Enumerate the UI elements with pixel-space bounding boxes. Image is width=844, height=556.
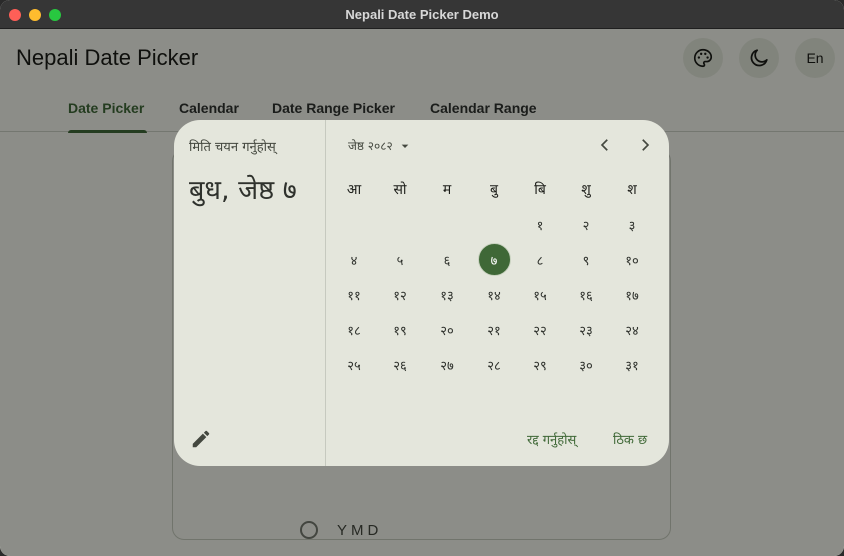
day-number: १८: [347, 323, 361, 339]
ok-button[interactable]: ठिक छ: [613, 430, 647, 448]
window-title: Nepali Date Picker Demo: [345, 7, 499, 22]
day-cell[interactable]: ८: [522, 242, 558, 277]
calendar-grid: आ सो म बु बि शु श १ २ ३ ४ ५ ६ ७ ८ ९ १० ११ १२ १३ १४ १५ १६ १७ १८ १९…: [334, 172, 661, 382]
day-number: १०: [625, 253, 639, 269]
day-cell[interactable]: ९: [568, 242, 604, 277]
day-cell[interactable]: १: [522, 207, 558, 242]
day-number: १५: [533, 288, 547, 304]
title-bar: Nepali Date Picker Demo: [0, 0, 844, 29]
day-number: १६: [579, 288, 593, 304]
day-cell[interactable]: १३: [429, 277, 465, 312]
day-number: २७: [440, 358, 454, 374]
day-cell[interactable]: ३०: [568, 347, 604, 382]
day-number: ३१: [625, 358, 639, 374]
day-number: १७: [625, 288, 639, 304]
day-number: ३०: [579, 358, 593, 374]
edit-input-mode-button[interactable]: [188, 426, 214, 452]
day-cell[interactable]: २५: [336, 347, 372, 382]
day-number: २३: [579, 323, 593, 339]
day-cell[interactable]: १२: [382, 277, 418, 312]
day-number: १३: [440, 288, 454, 304]
day-number: २१: [487, 323, 501, 339]
day-number: ५: [396, 253, 404, 269]
day-number: ७: [490, 253, 498, 269]
day-cell[interactable]: ११: [336, 277, 372, 312]
day-number: ३: [628, 218, 636, 234]
weekday-header-row: आ सो म बु बि शु श: [334, 172, 661, 207]
day-cell[interactable]: २२: [522, 312, 558, 347]
day-number: १: [536, 218, 544, 234]
day-cell[interactable]: ३१: [614, 347, 650, 382]
day-number: २८: [487, 358, 501, 374]
day-cell[interactable]: ३: [614, 207, 650, 242]
next-month-button[interactable]: [634, 134, 656, 156]
day-cell[interactable]: १७: [614, 277, 650, 312]
day-number: १९: [393, 323, 407, 339]
day-cell[interactable]: १९: [382, 312, 418, 347]
week-row: २५ २६ २७ २८ २९ ३० ३१: [334, 347, 661, 382]
day-cell[interactable]: ५: [382, 242, 418, 277]
day-number: ८: [536, 253, 544, 269]
previous-month-button[interactable]: [594, 134, 616, 156]
week-row: ४ ५ ६ ७ ८ ९ १०: [334, 242, 661, 277]
week-row: १८ १९ २० २१ २२ २३ २४: [334, 312, 661, 347]
chevron-left-icon: [600, 139, 608, 151]
day-cell[interactable]: २६: [382, 347, 418, 382]
selected-day-cell[interactable]: ७: [476, 242, 512, 277]
day-number: २९: [533, 358, 547, 374]
day-number: २०: [440, 323, 454, 339]
day-cell[interactable]: ६: [429, 242, 465, 277]
cancel-button[interactable]: रद्द गर्नुहोस्: [527, 430, 576, 448]
dialog-header: मिति चयन गर्नुहोस् बुध, जेष्ठ ७: [174, 120, 326, 466]
month-year-label: जेष्ठ २०८२: [348, 139, 393, 153]
day-number: १२: [393, 288, 407, 304]
day-number: २: [582, 218, 590, 234]
weekday-label: सो: [393, 182, 407, 198]
week-row: १ २ ३: [334, 207, 661, 242]
day-number: २६: [393, 358, 407, 374]
day-number: ६: [443, 253, 451, 269]
day-cell[interactable]: २: [568, 207, 604, 242]
day-number: २४: [625, 323, 639, 339]
day-cell[interactable]: १०: [614, 242, 650, 277]
day-number: ९: [582, 253, 590, 269]
day-cell[interactable]: २३: [568, 312, 604, 347]
dropdown-arrow-icon: [401, 144, 409, 148]
week-row: ११ १२ १३ १४ १५ १६ १७: [334, 277, 661, 312]
day-cell[interactable]: २७: [429, 347, 465, 382]
day-cell[interactable]: २९: [522, 347, 558, 382]
chevron-right-icon: [642, 139, 650, 151]
weekday-label: आ: [346, 182, 362, 198]
weekday-label: श: [627, 182, 637, 198]
day-cell[interactable]: १८: [336, 312, 372, 347]
day-cell[interactable]: १६: [568, 277, 604, 312]
day-cell[interactable]: १४: [476, 277, 512, 312]
edit-icon: [192, 430, 210, 448]
day-number: २२: [533, 323, 547, 339]
day-number: ४: [350, 253, 358, 269]
day-cell[interactable]: १५: [522, 277, 558, 312]
day-number: १४: [487, 288, 501, 304]
day-cell[interactable]: २०: [429, 312, 465, 347]
weekday-label: म: [442, 182, 452, 198]
month-year-selector[interactable]: जेष्ठ २०८२: [348, 137, 413, 154]
selected-date-headline: बुध, जेष्ठ ७: [189, 175, 297, 206]
date-picker-dialog: मिति चयन गर्नुहोस् बुध, जेष्ठ ७ जेष्ठ २०…: [174, 120, 669, 466]
weekday-label: बु: [490, 182, 498, 198]
day-number: २५: [347, 358, 361, 374]
day-cell[interactable]: ४: [336, 242, 372, 277]
weekday-label: शु: [581, 182, 591, 198]
app-window: Nepali Date Picker Demo Nepali Date Pick…: [0, 0, 844, 556]
dialog-help-text: मिति चयन गर्नुहोस्: [189, 140, 276, 155]
day-number: ११: [347, 288, 361, 304]
day-cell[interactable]: २१: [476, 312, 512, 347]
day-cell[interactable]: २८: [476, 347, 512, 382]
day-cell[interactable]: २४: [614, 312, 650, 347]
weekday-label: बि: [534, 182, 546, 198]
